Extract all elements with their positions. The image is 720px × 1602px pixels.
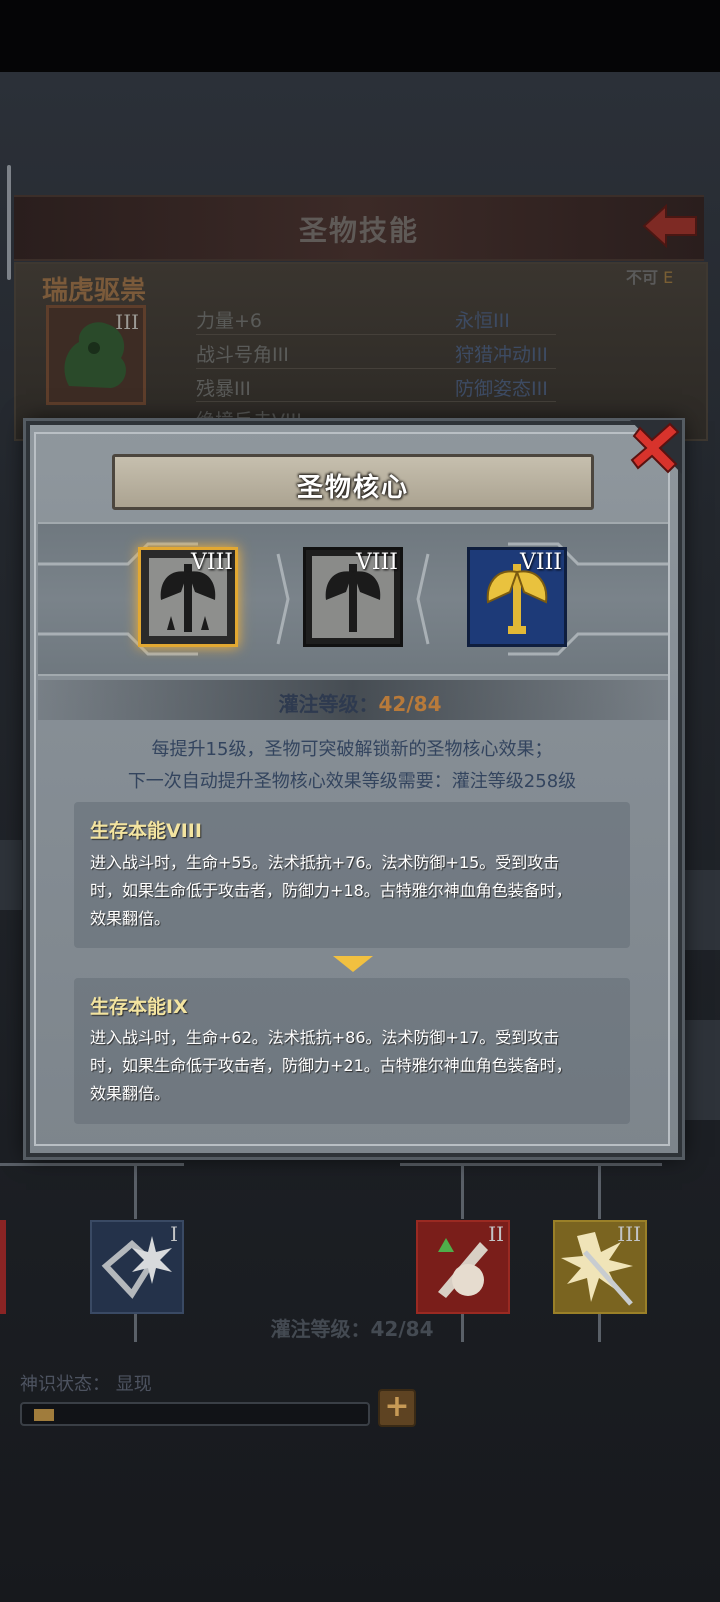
core-slot-1[interactable]: VIII — [138, 547, 238, 647]
next-effect-line: 时，如果生命低于攻击者，防御力+21。古特雅尔神血角色装备时， — [90, 1056, 572, 1075]
next-effect-line: 进入战斗时，生命+62。法术抵抗+86。法术防御+17。受到攻击 — [90, 1028, 560, 1047]
relic-icon: III — [46, 305, 146, 405]
status-bar-area — [0, 0, 720, 72]
stat-divider — [196, 368, 556, 369]
infusion-level: 灌注等级：42/84 — [278, 692, 442, 716]
core-level: VIII — [356, 550, 398, 575]
divine-progress-bar — [20, 1402, 370, 1426]
skill-level: III — [617, 1222, 641, 1246]
skill-tree-line — [134, 1163, 137, 1219]
skill-tree-line — [400, 1163, 662, 1166]
core-level: VIII — [191, 550, 233, 575]
description-line-2: 下一次自动提升圣物核心效果等级需要：灌注等级258级 — [127, 771, 577, 792]
skill-slot-3[interactable]: III — [553, 1220, 647, 1314]
stat-left: 战斗号角III — [196, 344, 289, 366]
current-effect-line: 进入战斗时，生命+55。法术抵抗+76。法术防御+15。受到攻击 — [90, 853, 560, 872]
stat-left: 力量+6 — [196, 310, 263, 332]
shield-burst-icon — [101, 1236, 172, 1299]
skill-tree-line — [598, 1163, 601, 1219]
skill-slot-2[interactable]: II — [416, 1220, 510, 1314]
skill-level: I — [170, 1222, 178, 1246]
skill-tree-line — [0, 1163, 184, 1166]
description-line-1: 每提升15级，圣物可突破解锁新的圣物核心效果； — [151, 739, 553, 760]
divine-state: 神识状态： 显现 — [20, 1374, 152, 1395]
modal-title-banner: 圣物核心 — [112, 454, 594, 510]
back-arrow-icon[interactable] — [640, 200, 700, 252]
stat-left: 残暴III — [196, 378, 251, 400]
right-side-decoration — [684, 870, 720, 950]
current-effect-line: 效果翻倍。 — [90, 909, 171, 928]
next-effect-title: 生存本能IX — [90, 996, 188, 1018]
stat-divider — [196, 334, 556, 335]
relic-skill-title: 圣物技能 — [298, 214, 419, 247]
current-effect-line: 时，如果生命低于攻击者，防御力+18。古特雅尔神血角色装备时， — [90, 881, 572, 900]
stat-right: 永恒III — [455, 310, 510, 332]
skill-partial-left[interactable] — [0, 1220, 6, 1314]
next-effect-line: 效果翻倍。 — [90, 1084, 171, 1103]
chevron-down-icon — [333, 956, 373, 972]
skill-level: II — [488, 1222, 504, 1246]
current-effect-title: 生存本能VIII — [90, 820, 202, 842]
scroll-indicator — [7, 165, 11, 280]
relic-level: III — [115, 310, 139, 334]
stat-right: 狩猎冲动III — [455, 344, 548, 366]
divine-progress-fill — [34, 1409, 54, 1421]
stat-divider — [196, 401, 556, 402]
left-side-decoration — [0, 840, 22, 910]
relic-tag: 不可 E — [626, 268, 674, 287]
right-side-decoration — [684, 1020, 720, 1120]
modal-title: 圣物核心 — [296, 473, 409, 503]
skill-tree-line — [461, 1163, 464, 1219]
stat-left: 绝境反击VIII — [196, 406, 302, 420]
add-button[interactable]: + — [378, 1389, 416, 1427]
skill-slot-1[interactable]: I — [90, 1220, 184, 1314]
core-level: VIII — [520, 550, 562, 575]
relic-name: 瑞虎驱祟 — [42, 276, 147, 306]
core-slot-3[interactable]: VIII — [467, 547, 567, 647]
relic-skill-header: 圣物技能 — [14, 195, 704, 261]
bottom-infusion-level: 灌注等级：42/84 — [270, 1317, 434, 1341]
close-icon[interactable] — [630, 420, 682, 474]
stat-right: 防御姿态III — [455, 378, 548, 400]
core-slot-2[interactable]: VIII — [303, 547, 403, 647]
